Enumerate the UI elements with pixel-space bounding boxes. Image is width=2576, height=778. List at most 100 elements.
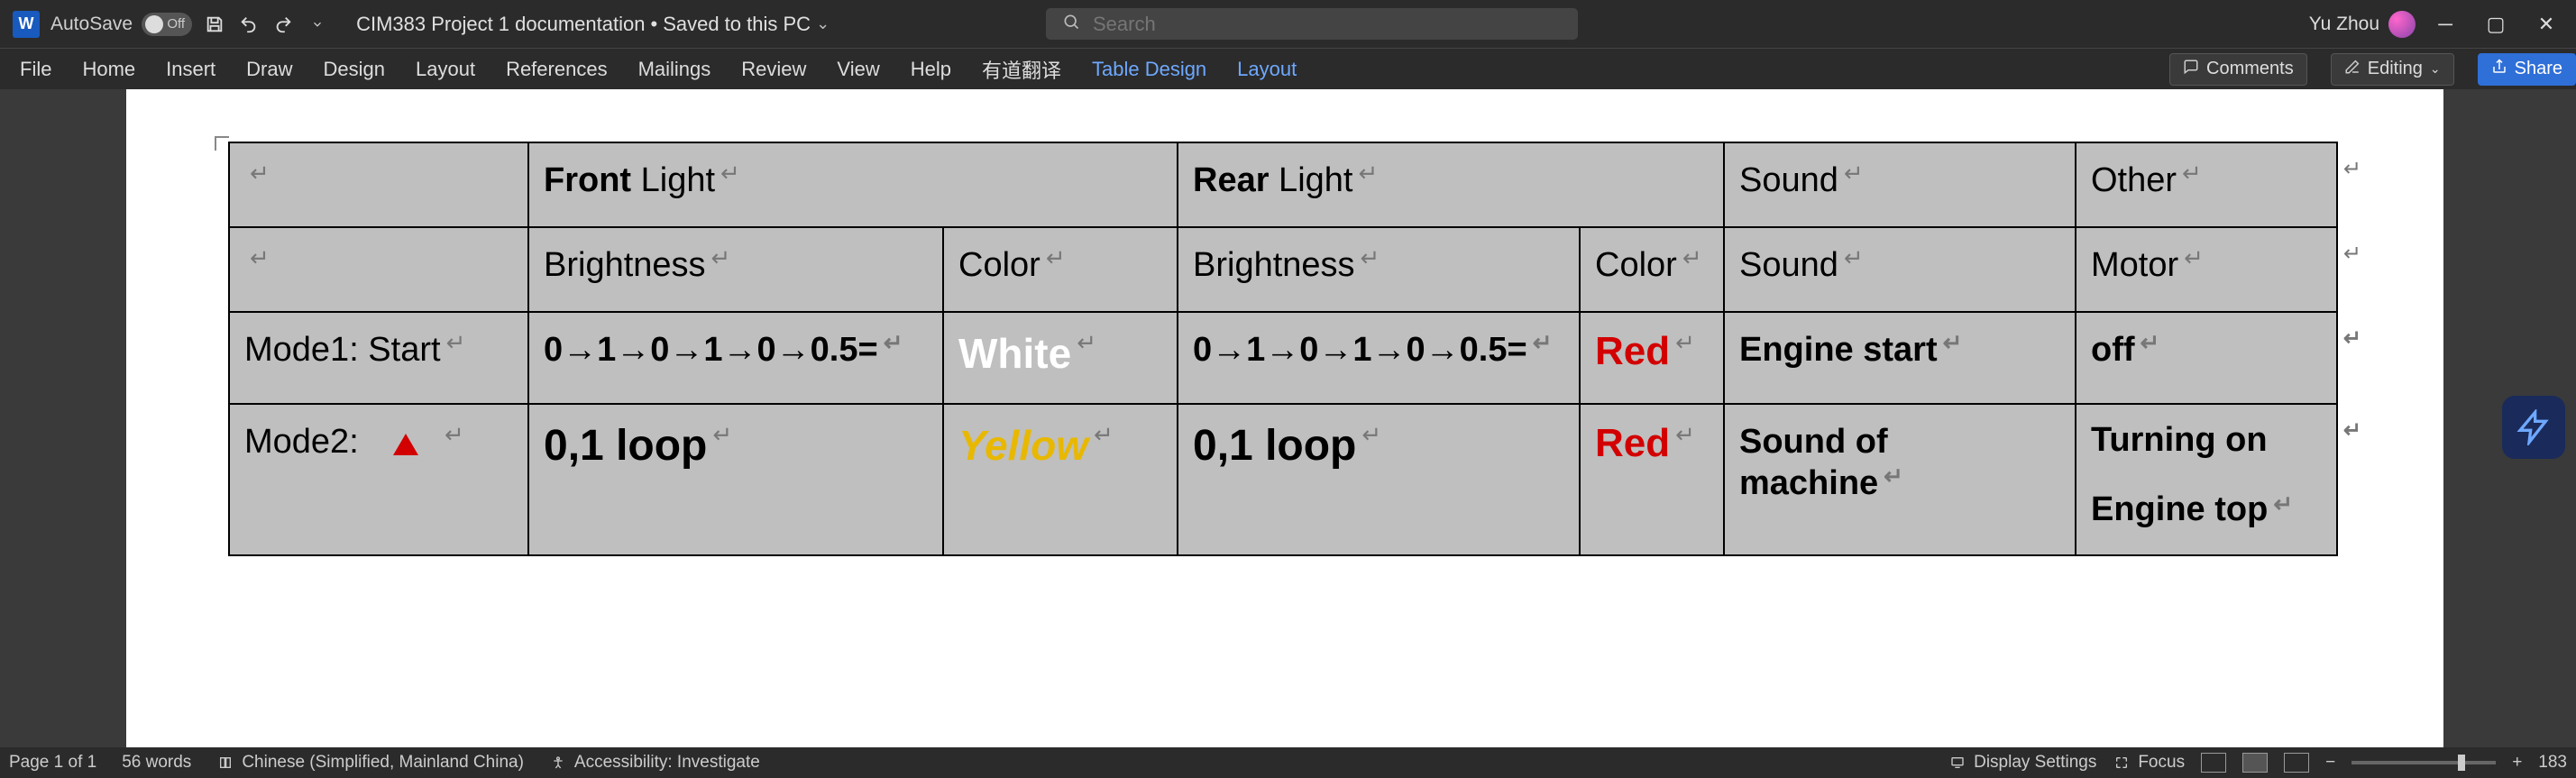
redo-icon[interactable] (271, 13, 295, 36)
row1-label[interactable]: Mode1: Start↵ (229, 312, 528, 404)
hdr1-other[interactable]: Other↵ ↵ (2076, 142, 2337, 227)
hdr2-motor[interactable]: Motor↵ ↵ (2076, 227, 2337, 312)
focus-text: Focus (2138, 753, 2185, 773)
hdr1-sound-text: Sound (1739, 161, 1838, 199)
print-layout-icon[interactable] (2242, 753, 2268, 773)
row1-front-color[interactable]: White↵ (943, 312, 1178, 404)
status-language[interactable]: Chinese (Simplified, Mainland China) (216, 753, 524, 773)
tab-table-design[interactable]: Table Design (1088, 52, 1210, 87)
book-icon (216, 754, 234, 772)
focus-mode-button[interactable]: Focus (2113, 753, 2185, 773)
hdr2-brightness-front[interactable]: Brightness↵ (528, 227, 943, 312)
title-bar: W AutoSave Off CIM383 Project 1 document… (0, 0, 2576, 48)
autosave-state: Off (167, 16, 185, 32)
tab-mailings[interactable]: Mailings (635, 52, 715, 87)
hdr2-color-front[interactable]: Color↵ (943, 227, 1178, 312)
hdr2-sound[interactable]: Sound↵ (1724, 227, 2076, 312)
tab-layout[interactable]: Layout (412, 52, 479, 87)
side-panel-app-icon[interactable] (2502, 396, 2565, 459)
display-settings-button[interactable]: Display Settings (1948, 753, 2096, 773)
hdr2-color-rear[interactable]: Color↵ (1580, 227, 1724, 312)
status-a11y-text: Accessibility: Investigate (574, 753, 760, 773)
tab-insert[interactable]: Insert (162, 52, 219, 87)
row1-sound[interactable]: Engine start↵ (1724, 312, 2076, 404)
editing-mode-button[interactable]: Editing ⌄ (2331, 53, 2454, 86)
tab-help[interactable]: Help (907, 52, 955, 87)
qat-customize-icon[interactable] (306, 13, 329, 36)
row1-rear-color[interactable]: Red↵ (1580, 312, 1724, 404)
web-layout-icon[interactable] (2284, 753, 2309, 773)
status-words-text: 56 words (122, 753, 191, 773)
row1-rear-brightness[interactable]: 0→1→0→1→0→0.5=↵ (1178, 312, 1580, 404)
share-button[interactable]: Share (2478, 53, 2576, 86)
status-words[interactable]: 56 words (122, 753, 191, 773)
tab-home[interactable]: Home (78, 52, 139, 87)
row2-front-brightness[interactable]: 0,1 loop↵ (528, 404, 943, 555)
doc-name: CIM383 Project 1 documentation (356, 13, 645, 36)
row2-rear-color[interactable]: Red↵ (1580, 404, 1724, 555)
row2-sound[interactable]: Sound of machine↵ (1724, 404, 2076, 555)
hdr1-front: Front (544, 161, 631, 199)
content-table[interactable]: ↵ Front Light↵ Rear Light↵ Sound↵ Other↵… (228, 142, 2338, 556)
row2-rear-brightness[interactable]: 0,1 loop↵ (1178, 404, 1580, 555)
tab-view[interactable]: View (833, 52, 883, 87)
row1-rc-text: Red (1595, 329, 1670, 373)
autosave-toggle[interactable]: AutoSave Off (50, 13, 192, 36)
comments-label: Comments (2206, 59, 2294, 79)
table-move-handle-icon[interactable] (215, 136, 229, 151)
tab-design[interactable]: Design (320, 52, 389, 87)
tab-references[interactable]: References (502, 52, 611, 87)
search-input[interactable] (1093, 13, 1562, 36)
hdr1-front-light[interactable]: Front Light↵ (528, 142, 1178, 227)
account-button[interactable]: Yu Zhou (2309, 11, 2416, 38)
hdr1-sound[interactable]: Sound↵ (1724, 142, 2076, 227)
tab-table-layout[interactable]: Layout (1233, 52, 1300, 87)
row2-other-l1: Turning on (2091, 421, 2268, 460)
hdr2-brightness-rear[interactable]: Brightness↵ (1178, 227, 1580, 312)
focus-icon (2113, 754, 2131, 772)
tab-draw[interactable]: Draw (243, 52, 296, 87)
tab-youdao[interactable]: 有道翻译 (978, 50, 1065, 89)
hdr1-blank[interactable]: ↵ (229, 142, 528, 227)
document-workspace: ↵ Front Light↵ Rear Light↵ Sound↵ Other↵… (0, 89, 2576, 747)
titlebar-right: Yu Zhou ─ ▢ ✕ (2309, 0, 2576, 48)
pencil-icon (2344, 59, 2361, 80)
hdr1-rear-light[interactable]: Rear Light↵ (1178, 142, 1724, 227)
zoom-slider[interactable] (2351, 761, 2496, 764)
minimize-button[interactable]: ─ (2425, 6, 2466, 42)
row2-label[interactable]: Mode2: ↵ (229, 404, 528, 555)
search-box[interactable] (1046, 8, 1578, 40)
word-app-icon[interactable]: W (13, 11, 40, 38)
status-page[interactable]: Page 1 of 1 (9, 753, 96, 773)
comments-button[interactable]: Comments (2169, 53, 2307, 86)
autosave-label: AutoSave (50, 14, 133, 35)
zoom-value[interactable]: 183 (2538, 753, 2567, 773)
hdr2-c6: Motor (2091, 246, 2178, 284)
toggle-track[interactable]: Off (142, 13, 192, 36)
table-row: Mode1: Start↵ 0→1→0→1→0→0.5=↵ White↵ 0→1… (229, 312, 2337, 404)
status-page-text: Page 1 of 1 (9, 753, 96, 773)
hdr2-blank[interactable]: ↵ (229, 227, 528, 312)
close-button[interactable]: ✕ (2526, 6, 2567, 42)
page[interactable]: ↵ Front Light↵ Rear Light↵ Sound↵ Other↵… (126, 89, 2443, 747)
undo-icon[interactable] (237, 13, 261, 36)
tab-review[interactable]: Review (738, 52, 810, 87)
save-icon[interactable] (203, 13, 226, 36)
document-title[interactable]: CIM383 Project 1 documentation • Saved t… (356, 13, 830, 36)
status-lang-text: Chinese (Simplified, Mainland China) (242, 753, 524, 773)
zoom-in-button[interactable]: + (2512, 753, 2522, 773)
row1-front-brightness[interactable]: 0→1→0→1→0→0.5=↵ (528, 312, 943, 404)
row1-other[interactable]: off↵ ↵ (2076, 312, 2337, 404)
row2-sound-text: Sound of machine (1739, 423, 1888, 502)
maximize-button[interactable]: ▢ (2475, 6, 2516, 42)
status-accessibility[interactable]: Accessibility: Investigate (549, 753, 760, 773)
comment-icon (2183, 59, 2199, 80)
row2-other[interactable]: Turning on Engine top↵ ↵ (2076, 404, 2337, 555)
zoom-knob[interactable] (2458, 755, 2465, 771)
chevron-down-icon: ⌄ (816, 14, 830, 33)
row2-front-color[interactable]: Yellow↵ (943, 404, 1178, 555)
hdr2-c2: Color (958, 246, 1040, 284)
tab-file[interactable]: File (16, 52, 55, 87)
zoom-out-button[interactable]: − (2325, 753, 2335, 773)
read-mode-icon[interactable] (2201, 753, 2226, 773)
